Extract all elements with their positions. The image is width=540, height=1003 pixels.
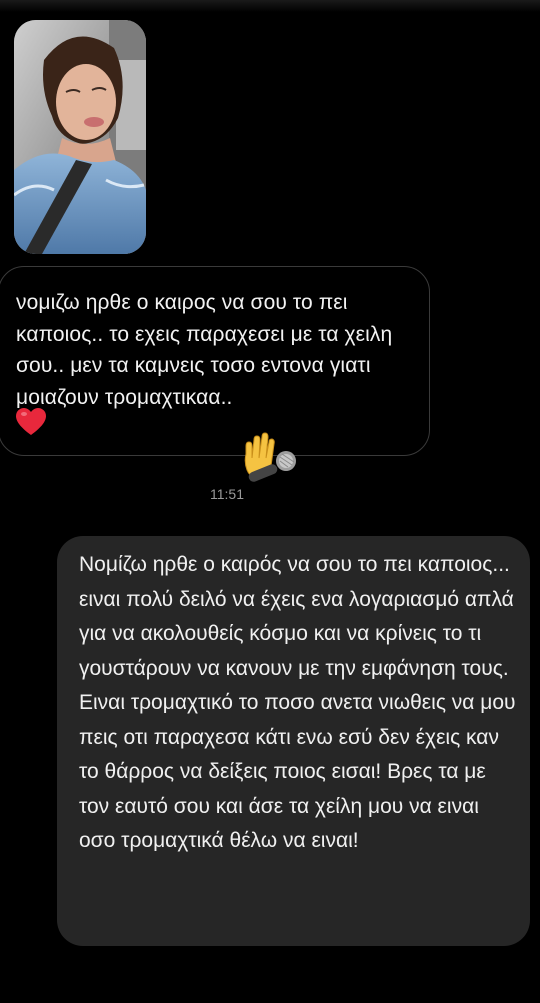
outgoing-message-text: Νομίζω ηρθε ο καιρός να σου το πει καποι… — [79, 553, 516, 852]
message-timestamp: 11:51 — [210, 486, 244, 502]
outgoing-message-bubble[interactable]: Νομίζω ηρθε ο καιρός να σου το πει καποι… — [57, 536, 530, 946]
raised-hand-with-microphone-icon[interactable] — [238, 432, 302, 486]
incoming-message-text: νομιζω ηρθε ο καιρος να σου το πει καποι… — [16, 291, 393, 409]
heart-icon — [16, 408, 46, 435]
shared-photo-message[interactable] — [14, 20, 146, 254]
incoming-message-bubble[interactable]: νομιζω ηρθε ο καιρος να σου το πει καποι… — [0, 266, 430, 456]
top-edge — [0, 0, 540, 12]
selfie-photo — [14, 20, 146, 254]
